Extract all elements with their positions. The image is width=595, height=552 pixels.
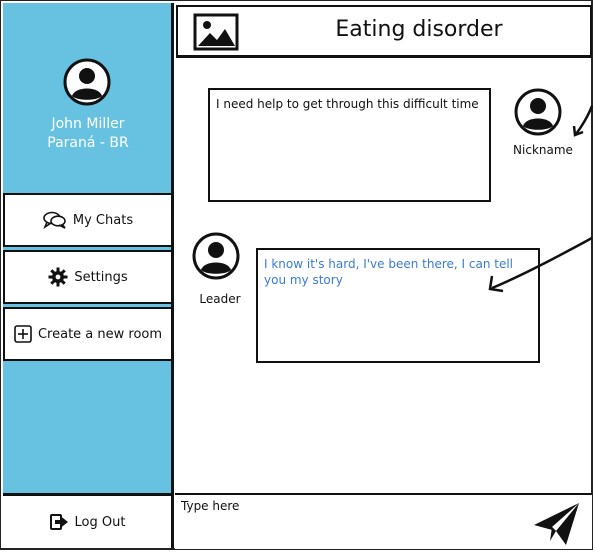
profile-location: Paraná - BR <box>47 135 129 151</box>
send-icon[interactable] <box>532 501 582 547</box>
message-author: Leader <box>199 292 241 306</box>
log-out-button[interactable]: Log Out <box>3 493 174 548</box>
message-text: I need help to get through this difficul… <box>216 97 479 111</box>
annotation-arrow-icon <box>488 236 593 293</box>
sidebar: John Miller Paraná - BR <box>3 3 174 493</box>
message-text: I know it's hard, I've been there, I can… <box>264 257 514 287</box>
nav-my-chats-button[interactable]: My Chats <box>3 193 174 247</box>
profile-name: John Miller <box>51 116 125 132</box>
chat-bubbles-icon <box>43 211 66 229</box>
nav-create-room-label: Create a new room <box>37 326 163 342</box>
leader-avatar-icon[interactable] <box>192 232 240 280</box>
plus-square-icon <box>14 325 32 343</box>
gear-icon <box>48 267 68 287</box>
log-out-label: Log Out <box>74 514 126 530</box>
nav-settings-button[interactable]: Settings <box>3 250 174 304</box>
profile-panel: John Miller Paraná - BR <box>3 3 173 195</box>
chat-header: Eating disorder <box>176 5 592 58</box>
annotation-arrow-icon <box>572 105 594 137</box>
message-author: Nickname <box>513 143 573 157</box>
image-icon[interactable] <box>193 13 239 51</box>
nav-settings-label: Settings <box>74 269 128 285</box>
message-input[interactable]: Type here <box>181 499 239 513</box>
nav-create-room-button[interactable]: Create a new room <box>3 307 174 361</box>
room-title: Eating disorder <box>335 17 503 42</box>
nav-my-chats-label: My Chats <box>72 212 134 228</box>
message-input-bar[interactable]: Type here <box>175 493 592 549</box>
nickname-avatar-icon[interactable] <box>514 88 562 136</box>
sign-out-icon <box>49 514 68 530</box>
user-avatar-icon <box>63 58 111 106</box>
message-bubble: I need help to get through this difficul… <box>208 88 491 202</box>
